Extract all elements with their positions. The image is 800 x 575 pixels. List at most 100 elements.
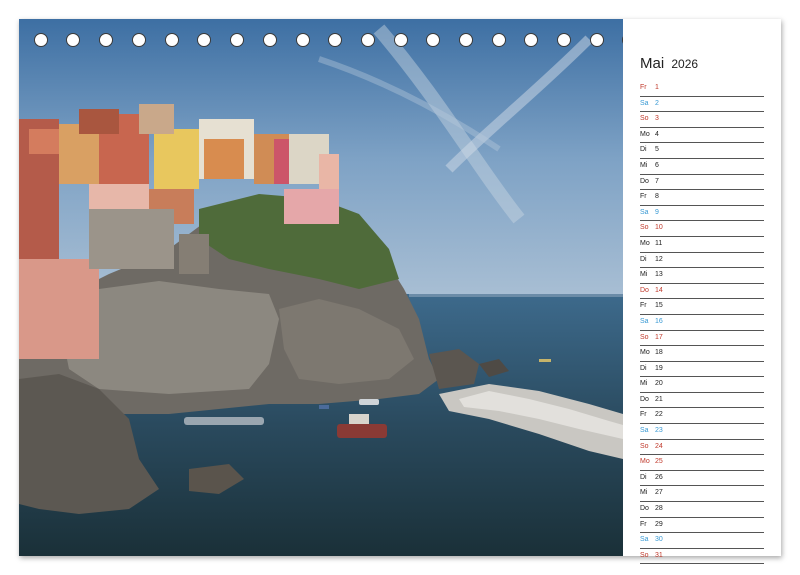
weekday-label: Sa [640, 427, 649, 435]
day-row: So 17 [640, 331, 764, 347]
day-number: 19 [655, 364, 663, 372]
day-row: Mi 27 [640, 486, 764, 503]
weekday-label: Do [640, 395, 649, 403]
binding-ring [426, 33, 440, 47]
day-row: Do 14 [640, 284, 764, 300]
weekday-label: Di [640, 255, 647, 263]
day-number: 25 [655, 458, 663, 466]
weekday-label: Fr [640, 411, 647, 419]
day-row: Sa 9 [640, 206, 764, 222]
day-list: Fr 1 Sa 2 So 3 Mo 4 Di 5 Mi 6 Do 7 Fr 8 Sa 9 So 10 Mo 11 Di 12 M… [640, 81, 764, 565]
day-number: 7 [655, 177, 659, 185]
day-row: Do 28 [640, 502, 764, 518]
day-number: 4 [655, 130, 659, 138]
month-heading: Mai 2026 [640, 55, 698, 72]
day-number: 16 [655, 317, 663, 325]
day-row: Fr 15 [640, 299, 764, 315]
binding-ring [34, 33, 48, 47]
day-row: Mi 20 [640, 377, 764, 393]
day-number: 14 [655, 286, 663, 294]
day-row: Mo 25 [640, 455, 764, 471]
binding-ring [590, 33, 604, 47]
day-number: 12 [655, 255, 663, 263]
weekday-label: Mo [640, 239, 650, 247]
weekday-label: Sa [640, 99, 649, 107]
day-row: Mo 4 [640, 128, 764, 144]
day-number: 9 [655, 208, 659, 216]
day-row: So 3 [640, 112, 764, 128]
day-number: 11 [655, 239, 663, 247]
binding-ring [197, 33, 211, 47]
weekday-label: Fr [640, 84, 647, 91]
binding-ring [459, 33, 473, 47]
weekday-label: Fr [640, 193, 647, 201]
day-row: Fr 1 [640, 81, 764, 97]
day-row: Mi 6 [640, 159, 764, 175]
weekday-label: So [640, 224, 649, 232]
weekday-label: So [640, 115, 649, 123]
weekday-label: Mi [640, 380, 648, 388]
binding-ring [296, 33, 310, 47]
day-number: 23 [655, 427, 663, 435]
day-number: 21 [655, 395, 663, 403]
day-row: Do 7 [640, 175, 764, 191]
weekday-label: Mo [640, 458, 650, 466]
day-number: 1 [655, 84, 659, 91]
day-number: 22 [655, 411, 663, 419]
weekday-label: So [640, 442, 649, 450]
weekday-label: Mo [640, 130, 650, 138]
weekday-label: So [640, 551, 649, 559]
weekday-label: Do [640, 177, 649, 185]
day-number: 31 [655, 551, 663, 559]
weekday-label: Do [640, 505, 649, 513]
day-number: 28 [655, 505, 663, 513]
day-row: Do 21 [640, 393, 764, 409]
weekday-label: Mo [640, 349, 650, 357]
year-label: 2026 [671, 57, 699, 71]
weekday-label: Di [640, 364, 647, 372]
binding-ring [230, 33, 244, 47]
day-row: Sa 23 [640, 424, 764, 440]
binding-ring [361, 33, 375, 47]
day-row: Di 5 [640, 143, 764, 159]
seaside-village-image [19, 19, 623, 556]
binding-ring [99, 33, 113, 47]
day-row: Fr 8 [640, 190, 764, 206]
binding-ring [557, 33, 571, 47]
day-row: Sa 2 [640, 97, 764, 113]
day-row: Di 26 [640, 471, 764, 487]
day-row: Sa 30 [640, 533, 764, 549]
day-row: Mo 11 [640, 237, 764, 253]
weekday-label: Fr [640, 302, 647, 310]
binding-ring [524, 33, 538, 47]
day-number: 29 [655, 520, 663, 528]
day-row: Sa 16 [640, 315, 764, 331]
day-row: So 31 [640, 549, 764, 565]
weekday-label: Di [640, 473, 647, 481]
binding-ring [263, 33, 277, 47]
day-number: 30 [655, 536, 663, 544]
cliff-village-photo [19, 19, 623, 556]
binding-ring [492, 33, 506, 47]
binding-ring [328, 33, 342, 47]
weekday-label: Do [640, 286, 649, 294]
day-row: Mo 18 [640, 346, 764, 362]
weekday-label: Sa [640, 208, 649, 216]
day-row: So 24 [640, 440, 764, 456]
weekday-label: So [640, 333, 649, 341]
day-number: 2 [655, 99, 659, 107]
day-number: 17 [655, 333, 663, 341]
day-number: 10 [655, 224, 663, 232]
weekday-label: Mi [640, 489, 648, 497]
binding-ring [165, 33, 179, 47]
day-number: 13 [655, 271, 663, 279]
day-row: Mi 13 [640, 268, 764, 284]
weekday-label: Fr [640, 520, 647, 528]
weekday-label: Mi [640, 271, 648, 279]
day-number: 6 [655, 161, 659, 169]
day-number: 26 [655, 473, 663, 481]
weekday-label: Di [640, 146, 647, 154]
weekday-label: Sa [640, 536, 649, 544]
day-row: Di 19 [640, 362, 764, 378]
day-row: Fr 22 [640, 408, 764, 425]
